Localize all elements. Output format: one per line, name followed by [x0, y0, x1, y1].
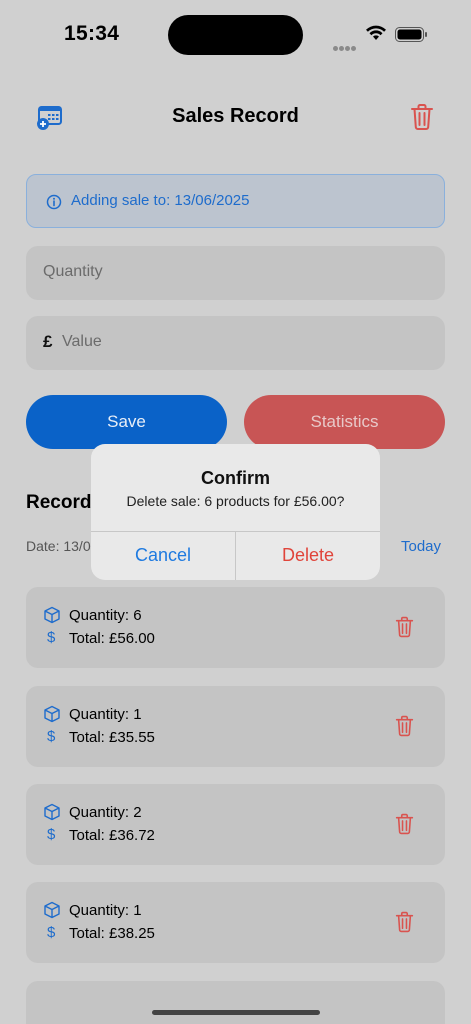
box-icon — [44, 803, 60, 821]
status-bar: 15:34 — [0, 0, 471, 70]
record-quantity: Quantity: 6 — [69, 607, 142, 624]
value-placeholder: Value — [62, 333, 102, 350]
banner-text: Adding sale to: 13/06/2025 — [71, 192, 250, 209]
record-card: Quantity: 1 $ Total: £35.55 — [26, 686, 445, 767]
dollar-icon: $ — [47, 924, 56, 941]
record-total: Total: £56.00 — [69, 630, 155, 647]
quantity-field[interactable]: Quantity — [26, 246, 445, 300]
dialog-message: Delete sale: 6 products for £56.00? — [126, 493, 345, 509]
dollar-icon: $ — [47, 826, 56, 843]
dollar-icon: $ — [47, 728, 56, 745]
battery-icon — [395, 27, 427, 42]
navigation-bar: Sales Record — [0, 95, 471, 139]
trash-icon[interactable] — [395, 813, 414, 835]
box-icon — [44, 901, 60, 919]
value-field[interactable]: £ Value — [26, 316, 445, 370]
page-title: Sales Record — [172, 105, 299, 127]
trash-icon[interactable] — [395, 911, 414, 933]
today-button[interactable]: Today — [401, 538, 441, 555]
quantity-placeholder: Quantity — [43, 263, 103, 280]
dollar-icon: $ — [47, 629, 56, 646]
home-indicator[interactable] — [152, 1010, 320, 1015]
delete-button[interactable]: Delete — [236, 545, 380, 566]
trash-icon[interactable] — [410, 103, 434, 131]
info-banner: Adding sale to: 13/06/2025 — [26, 174, 445, 228]
record-quantity: Quantity: 1 — [69, 902, 142, 919]
trash-icon[interactable] — [395, 715, 414, 737]
record-card — [26, 981, 445, 1024]
wifi-icon — [366, 25, 386, 40]
box-icon — [44, 705, 60, 723]
confirm-dialog: Confirm Delete sale: 6 products for £56.… — [91, 444, 380, 580]
record-quantity: Quantity: 1 — [69, 706, 142, 723]
signal-dots-icon — [333, 38, 357, 56]
box-icon — [44, 606, 60, 624]
dynamic-island — [168, 15, 303, 55]
record-card: Quantity: 2 $ Total: £36.72 — [26, 784, 445, 865]
record-total: Total: £35.55 — [69, 729, 155, 746]
info-icon — [46, 194, 62, 210]
record-total: Total: £38.25 — [69, 925, 155, 942]
record-quantity: Quantity: 2 — [69, 804, 142, 821]
currency-symbol: £ — [43, 332, 53, 351]
statistics-button[interactable]: Statistics — [244, 395, 445, 449]
dialog-title: Confirm — [201, 468, 270, 488]
records-title: Record — [26, 492, 92, 513]
record-total: Total: £36.72 — [69, 827, 155, 844]
records-date-label: Date: 13/0 — [26, 538, 91, 554]
trash-icon[interactable] — [395, 616, 414, 638]
record-card: Quantity: 6 $ Total: £56.00 — [26, 587, 445, 668]
cancel-button[interactable]: Cancel — [91, 545, 235, 566]
record-card: Quantity: 1 $ Total: £38.25 — [26, 882, 445, 963]
save-button[interactable]: Save — [26, 395, 227, 449]
status-time: 15:34 — [64, 22, 120, 45]
